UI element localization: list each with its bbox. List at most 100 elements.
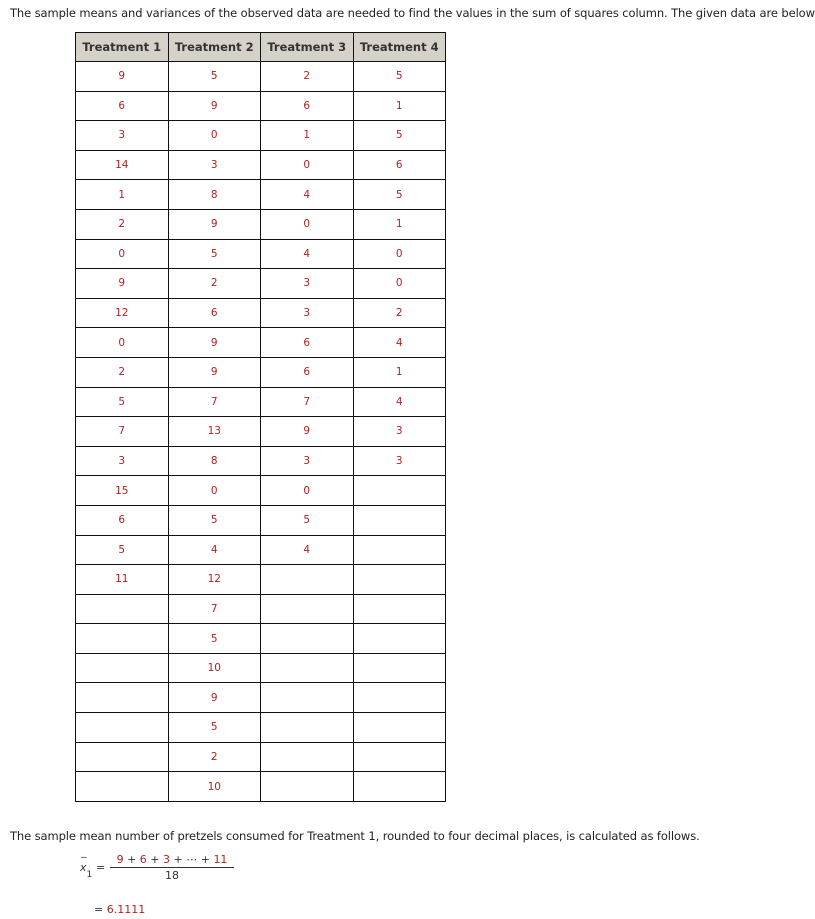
cell-treatment-3: 4 xyxy=(260,238,354,270)
header-treatment-2: Treatment 2 xyxy=(167,32,261,62)
header-treatment-1: Treatment 1 xyxy=(75,32,169,62)
table-row: 7 xyxy=(75,593,446,625)
cell-treatment-2: 9 xyxy=(167,327,261,358)
cell-treatment-3: 9 xyxy=(260,416,354,447)
plus-operator: + xyxy=(173,853,183,866)
ellipsis: ⋯ xyxy=(186,853,198,866)
mean-result: = 6.1111 xyxy=(94,903,145,916)
cell-treatment-2: 7 xyxy=(167,593,261,625)
cell-treatment-1 xyxy=(75,771,169,802)
cell-treatment-1: 5 xyxy=(75,386,169,418)
cell-treatment-4 xyxy=(352,712,446,743)
table-row: 9525 xyxy=(75,61,446,92)
cell-treatment-4: 5 xyxy=(352,179,446,210)
cell-treatment-1: 0 xyxy=(75,327,169,358)
cell-treatment-2: 5 xyxy=(167,712,261,743)
cell-treatment-4: 1 xyxy=(352,356,446,388)
table-row: 9230 xyxy=(75,268,446,299)
cell-treatment-1: 1 xyxy=(75,179,169,210)
cell-treatment-2: 3 xyxy=(167,149,261,181)
table-row: 5 xyxy=(75,712,446,743)
cell-treatment-4: 3 xyxy=(352,445,446,477)
numerator-term: 3 xyxy=(163,853,170,866)
cell-treatment-3: 4 xyxy=(260,179,354,210)
cell-treatment-3: 0 xyxy=(260,475,354,506)
cell-treatment-4 xyxy=(352,771,446,802)
cell-treatment-1: 9 xyxy=(75,268,169,299)
cell-treatment-1: 5 xyxy=(75,534,169,566)
cell-treatment-2: 10 xyxy=(167,771,261,802)
plus-operator: + xyxy=(150,853,160,866)
cell-treatment-2: 8 xyxy=(167,179,261,210)
fraction: 9 + 6 + 3 + ⋯ + 11 18 xyxy=(110,853,234,882)
cell-treatment-3: 6 xyxy=(260,356,354,388)
cell-treatment-4: 5 xyxy=(352,61,446,92)
cell-treatment-4 xyxy=(352,593,446,625)
table-row: 14 3 0 6 xyxy=(75,149,446,181)
cell-treatment-1: 6 xyxy=(75,90,169,122)
plus-operator: + xyxy=(127,853,137,866)
result-equals-sign: = xyxy=(94,903,104,916)
cell-treatment-1: 0 xyxy=(75,238,169,270)
numerator-term: 6 xyxy=(139,853,147,866)
cell-treatment-1: 9 xyxy=(75,61,169,92)
cell-treatment-3 xyxy=(260,564,354,595)
table-row: 15 0 0 xyxy=(75,475,446,506)
cell-treatment-4: 4 xyxy=(352,386,446,418)
table-row: 11 12 xyxy=(75,564,446,595)
table-row: 2901 xyxy=(75,208,446,240)
table-row: 7 13 9 3 xyxy=(75,416,446,447)
treatment-data-table: Treatment 1 Treatment 2 Treatment 3 Trea… xyxy=(75,32,446,802)
table-body: 9 5 2 5 6 9 6 1 3 0 1 5 14 3 0 6 1 8 4 5 2 9 0 1 0 5 4 0 9 2 3 0 12 6 3 2 0 9… xyxy=(75,61,446,802)
cell-treatment-3: 3 xyxy=(260,445,354,477)
cell-treatment-2: 6 xyxy=(167,297,261,329)
cell-treatment-2: 10 xyxy=(167,652,261,684)
intro-text: The sample means and variances of the ob… xyxy=(10,6,815,20)
cell-treatment-3: 3 xyxy=(260,268,354,299)
cell-treatment-2: 0 xyxy=(167,120,261,151)
cell-treatment-2: 7 xyxy=(167,386,261,418)
fraction-denominator: 18 xyxy=(165,869,179,882)
cell-treatment-2: 9 xyxy=(167,356,261,388)
cell-treatment-3: 3 xyxy=(260,297,354,329)
table-row: 1845 xyxy=(75,179,446,210)
cell-treatment-1: 7 xyxy=(75,416,169,447)
cell-treatment-4 xyxy=(352,564,446,595)
cell-treatment-2: 5 xyxy=(167,61,261,92)
cell-treatment-1: 2 xyxy=(75,356,169,388)
cell-treatment-3 xyxy=(260,741,354,773)
cell-treatment-4: 2 xyxy=(352,297,446,329)
cell-treatment-1: 12 xyxy=(75,297,169,329)
cell-treatment-3: 6 xyxy=(260,327,354,358)
cell-treatment-3: 1 xyxy=(260,120,354,151)
table-row: 5774 xyxy=(75,386,446,418)
cell-treatment-4: 1 xyxy=(352,208,446,240)
cell-treatment-3 xyxy=(260,771,354,802)
cell-treatment-3: 7 xyxy=(260,386,354,418)
cell-treatment-2: 13 xyxy=(167,416,261,447)
cell-treatment-3: 0 xyxy=(260,149,354,181)
summary-text: The sample mean number of pretzels consu… xyxy=(10,829,700,843)
cell-treatment-1 xyxy=(75,593,169,625)
cell-treatment-4: 0 xyxy=(352,238,446,270)
cell-treatment-3: 2 xyxy=(260,61,354,92)
cell-treatment-2: 2 xyxy=(167,741,261,773)
cell-treatment-3 xyxy=(260,652,354,684)
cell-treatment-4 xyxy=(352,652,446,684)
cell-treatment-2: 8 xyxy=(167,445,261,477)
cell-treatment-3 xyxy=(260,682,354,714)
cell-treatment-3: 4 xyxy=(260,534,354,566)
cell-treatment-2: 5 xyxy=(167,623,261,654)
cell-treatment-3 xyxy=(260,623,354,654)
table-row: 10 xyxy=(75,652,446,684)
cell-treatment-3 xyxy=(260,593,354,625)
header-treatment-3: Treatment 3 xyxy=(260,32,354,62)
cell-treatment-2: 4 xyxy=(167,534,261,566)
cell-treatment-4 xyxy=(352,504,446,536)
table-row: 3833 xyxy=(75,445,446,477)
table-row: 655 xyxy=(75,504,446,536)
cell-treatment-4: 1 xyxy=(352,90,446,122)
cell-treatment-1: 3 xyxy=(75,445,169,477)
cell-treatment-1: 6 xyxy=(75,504,169,536)
cell-treatment-1 xyxy=(75,741,169,773)
